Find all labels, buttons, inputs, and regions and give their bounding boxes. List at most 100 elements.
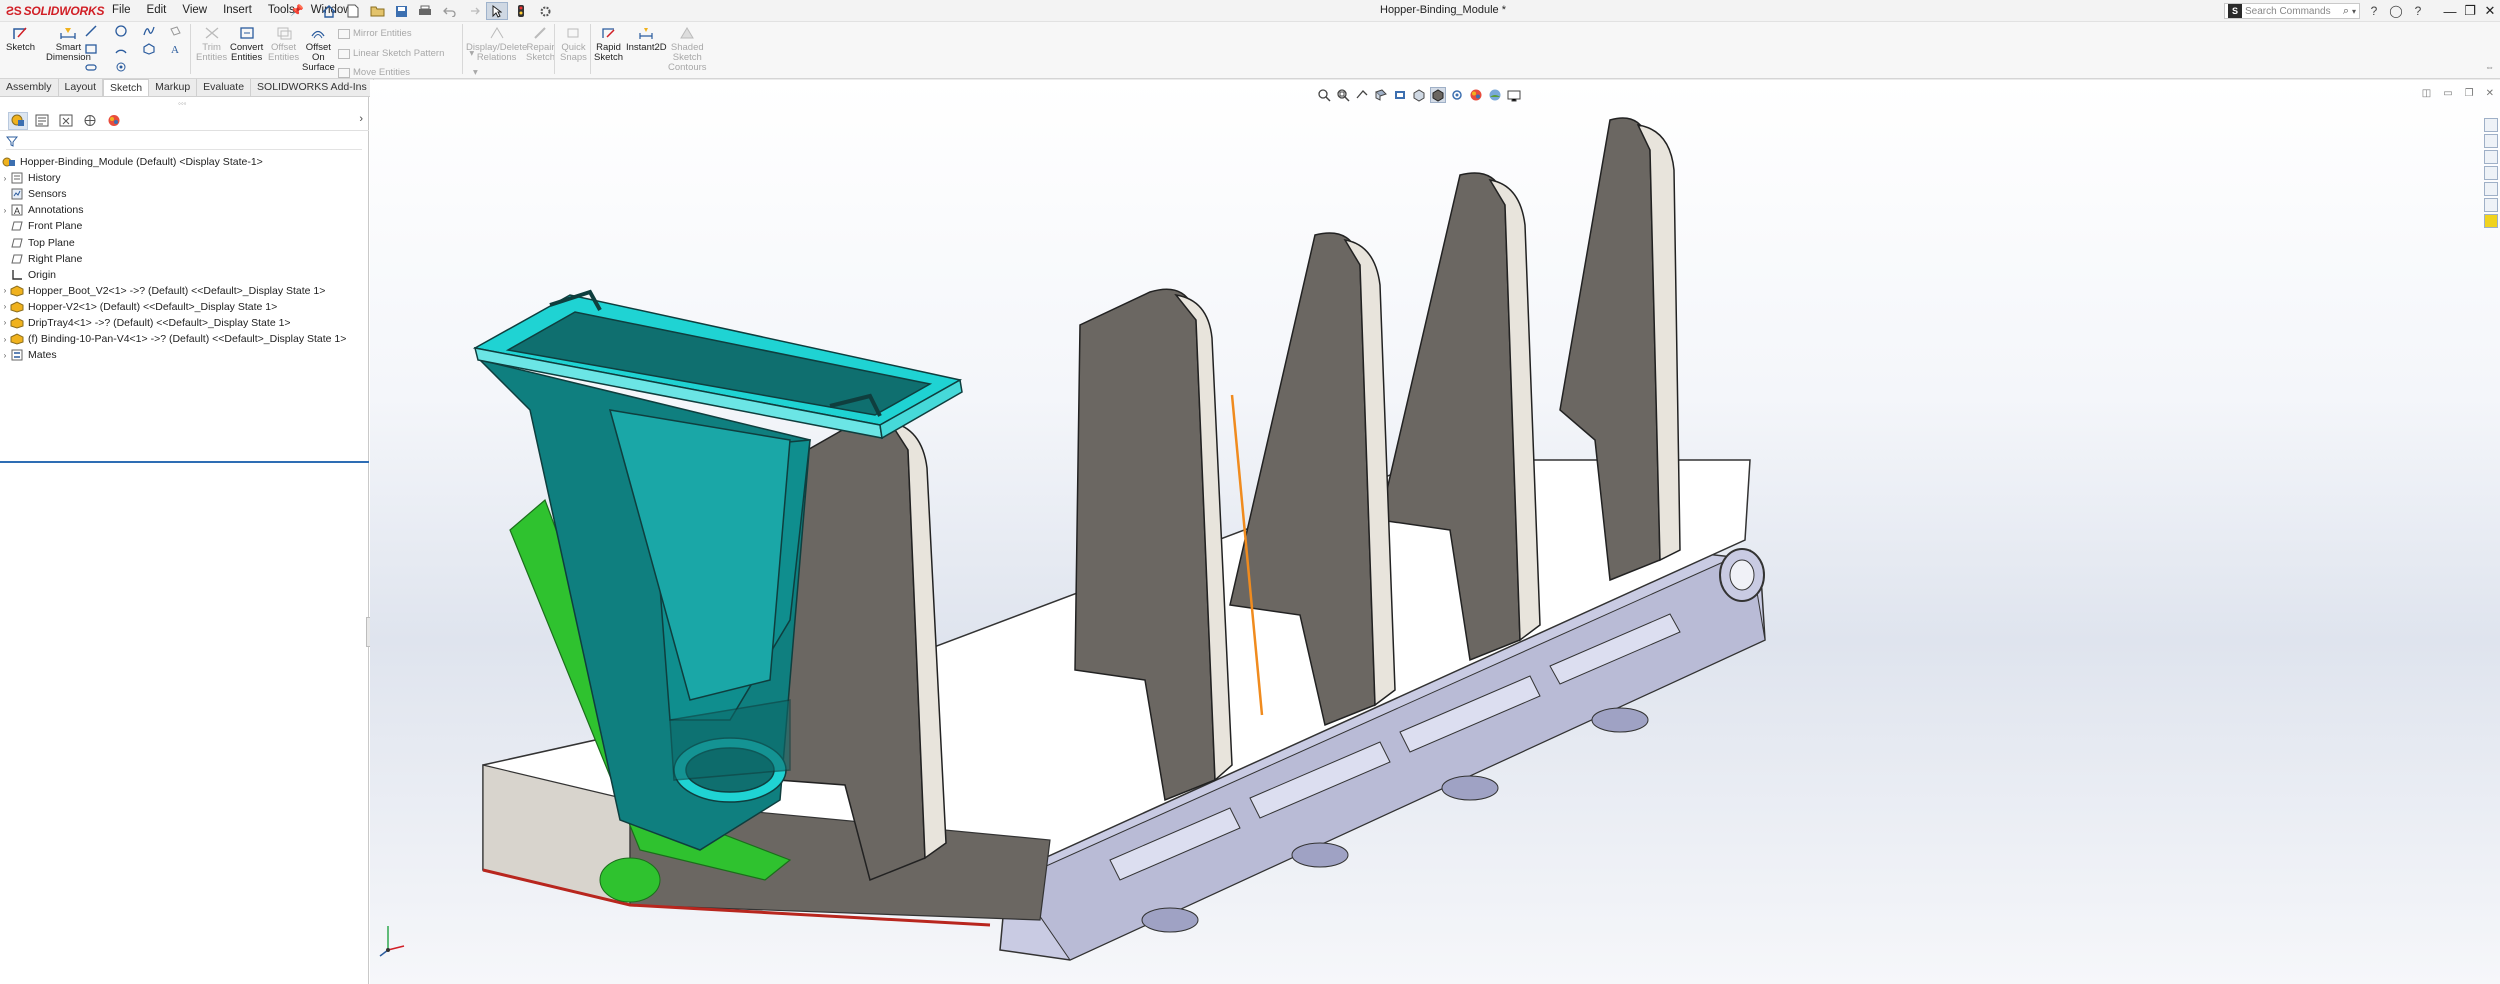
annotations-icon: A: [10, 204, 24, 216]
plane-icon: [10, 220, 24, 232]
expand-arrow-icon[interactable]: ›: [0, 286, 10, 295]
options-gear-icon[interactable]: [534, 2, 556, 20]
arc-icon[interactable]: [114, 42, 128, 56]
expand-arrow-icon[interactable]: ›: [0, 351, 10, 360]
search-scope-icon[interactable]: S: [2228, 4, 2242, 18]
tab-evaluate[interactable]: Evaluate: [197, 79, 252, 96]
point-icon[interactable]: [114, 60, 128, 74]
dimxpert-tab-icon[interactable]: [80, 112, 100, 130]
configuration-manager-tab-icon[interactable]: [56, 112, 76, 130]
mirror-icon: [338, 28, 350, 39]
convert-entities-button[interactable]: Convert Entities: [230, 24, 263, 63]
move-entities-button[interactable]: Move Entities ▾: [338, 67, 478, 78]
expand-arrow-icon[interactable]: ›: [0, 318, 10, 327]
smart-dimension-icon: [58, 24, 78, 42]
open-folder-icon[interactable]: [366, 2, 388, 20]
repair-sketch-button[interactable]: Repair Sketch: [526, 24, 555, 63]
tree-item-top-plane[interactable]: Top Plane: [0, 234, 369, 250]
tree-item-mates[interactable]: › Mates: [0, 347, 369, 363]
search-icon[interactable]: ⌕: [2343, 5, 2349, 18]
mirror-entities-button[interactable]: Mirror Entities: [338, 28, 412, 39]
rapid-sketch-button[interactable]: Rapid Sketch: [594, 24, 623, 63]
chevron-right-icon[interactable]: ›: [359, 113, 363, 125]
solidworks-logo[interactable]: ƧS SOLIDWORKS: [6, 4, 104, 18]
help-icon[interactable]: ?: [2366, 3, 2382, 19]
ribbon-separator: [190, 24, 191, 74]
tree-item-binding-pan[interactable]: › (f) Binding-10-Pan-V4<1> ->? (Default)…: [0, 331, 369, 347]
select-cursor-icon[interactable]: [486, 2, 508, 20]
tree-item-annotations[interactable]: › A Annotations: [0, 202, 369, 218]
panel-resize-grip-icon[interactable]: ◦◦◦: [178, 99, 187, 108]
quick-snaps-button[interactable]: Quick Snaps: [560, 24, 587, 63]
offset-entities-button[interactable]: Offset Entities: [268, 24, 299, 63]
tree-item-front-plane[interactable]: Front Plane: [0, 218, 369, 234]
menu-insert[interactable]: Insert: [215, 4, 260, 16]
redo-icon[interactable]: [462, 2, 484, 20]
menu-file[interactable]: File: [104, 4, 139, 16]
print-icon[interactable]: [414, 2, 436, 20]
tree-item-hopper-boot[interactable]: › Hopper_Boot_V2<1> ->? (Default) <<Defa…: [0, 283, 369, 299]
graphics-viewport[interactable]: ◫ ▭ ❐ ✕: [370, 80, 2500, 984]
expand-arrow-icon[interactable]: ›: [0, 206, 10, 215]
rectangle-icon[interactable]: [84, 42, 98, 56]
tree-item-drip-tray[interactable]: › DripTray4<1> ->? (Default) <<Default>_…: [0, 315, 369, 331]
tab-sketch[interactable]: Sketch: [103, 79, 150, 96]
tab-markup[interactable]: Markup: [149, 79, 198, 96]
origin-icon: [10, 269, 24, 281]
chevron-down-icon[interactable]: ▾: [2352, 7, 2356, 16]
polygon-icon[interactable]: [142, 42, 156, 56]
traffic-light-icon[interactable]: [510, 2, 532, 20]
new-document-icon[interactable]: [342, 2, 364, 20]
search-input[interactable]: Search Commands: [2245, 6, 2343, 17]
filter-icon[interactable]: [5, 136, 19, 150]
title-bar: ƧS SOLIDWORKS File Edit View Insert Tools…: [0, 0, 2500, 22]
menu-view[interactable]: View: [174, 4, 215, 16]
trim-entities-button[interactable]: Trim Entities: [196, 24, 227, 63]
feature-tree-tab-icon[interactable]: [8, 111, 28, 130]
history-icon: [10, 172, 24, 184]
ribbon-expand-icon[interactable]: ⇔: [2485, 62, 2494, 72]
search-commands[interactable]: S Search Commands ⌕ ▾: [2224, 3, 2360, 19]
expand-arrow-icon[interactable]: ›: [0, 335, 10, 344]
display-delete-relations-button[interactable]: Display/Delete Relations: [466, 24, 527, 63]
close-icon[interactable]: ✕: [2480, 0, 2500, 22]
mates-icon: [10, 349, 24, 361]
offset-on-surface-button[interactable]: Offset On Surface: [302, 24, 335, 73]
line-icon[interactable]: [84, 24, 98, 38]
spline-icon[interactable]: [142, 24, 156, 38]
pin-menu-icon[interactable]: 📌: [290, 4, 304, 17]
home-icon[interactable]: [318, 2, 340, 20]
restore-icon[interactable]: ❐: [2460, 0, 2480, 22]
slot-icon[interactable]: [84, 60, 98, 74]
shaded-sketch-contours-button[interactable]: Shaded Sketch Contours: [668, 24, 707, 73]
expand-arrow-icon[interactable]: ›: [0, 174, 10, 183]
tree-item-sensors[interactable]: Sensors: [0, 186, 369, 202]
instant2d-button[interactable]: Instant2D: [626, 24, 667, 53]
tab-solidworks-add-ins[interactable]: SOLIDWORKS Add-Ins: [251, 79, 374, 96]
property-manager-tab-icon[interactable]: [32, 112, 52, 130]
save-icon[interactable]: [390, 2, 412, 20]
feature-manager-panel: ◦◦◦ › Hopper-Binding_Module (Default) <D…: [0, 97, 372, 984]
plane-tool-icon[interactable]: [168, 24, 182, 38]
text-icon[interactable]: A: [168, 42, 182, 56]
tree-filter[interactable]: [5, 136, 362, 150]
rollback-bar[interactable]: [0, 461, 369, 463]
sketch-button[interactable]: Sketch: [6, 24, 35, 53]
tree-root[interactable]: Hopper-Binding_Module (Default) <Display…: [0, 154, 369, 170]
model-render[interactable]: [370, 80, 2500, 984]
display-manager-tab-icon[interactable]: [104, 112, 124, 130]
linear-sketch-pattern-button[interactable]: Linear Sketch Pattern ▾: [338, 48, 474, 59]
tab-layout[interactable]: Layout: [59, 79, 104, 96]
tree-item-history[interactable]: › History: [0, 170, 369, 186]
circle-icon[interactable]: [114, 24, 128, 38]
expand-arrow-icon[interactable]: ›: [0, 302, 10, 311]
minimize-icon[interactable]: —: [2440, 0, 2460, 22]
window-options-icon[interactable]: ?: [2410, 3, 2426, 19]
tree-item-origin[interactable]: Origin: [0, 267, 369, 283]
tree-item-hopper[interactable]: › Hopper-V2<1> (Default) <<Default>_Disp…: [0, 299, 369, 315]
menu-edit[interactable]: Edit: [139, 4, 175, 16]
undo-icon[interactable]: [438, 2, 460, 20]
tab-assembly[interactable]: Assembly: [0, 79, 59, 96]
tree-item-right-plane[interactable]: Right Plane: [0, 251, 369, 267]
account-icon[interactable]: ◯: [2388, 3, 2404, 19]
